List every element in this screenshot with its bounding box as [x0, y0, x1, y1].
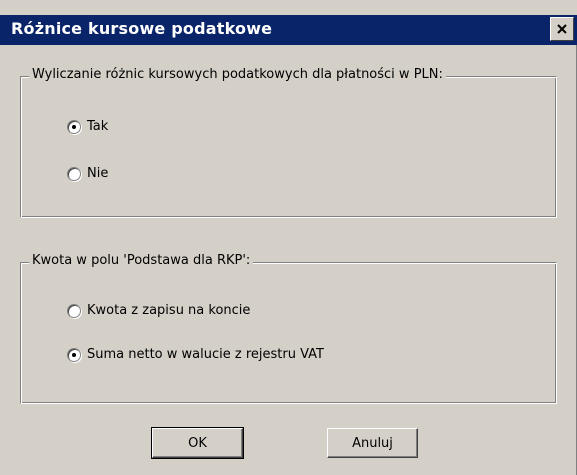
rkp-amount-legend: Kwota w polu 'Podstawa dla RKP':: [29, 253, 254, 268]
radio-nie-label[interactable]: Nie: [87, 166, 108, 181]
rkp-amount-group: [20, 262, 557, 404]
radio-account-amount-label[interactable]: Kwota z zapisu na koncie: [87, 303, 250, 318]
radio-tak-selected-dot: [72, 125, 76, 129]
pln-calculation-legend: Wyliczanie różnic kursowych podatkowych …: [29, 67, 446, 82]
cancel-button[interactable]: Anuluj: [327, 428, 418, 458]
radio-vat-net-sum-label[interactable]: Suma netto w walucie z rejestru VAT: [87, 347, 324, 362]
title-bar[interactable]: Różnice kursowe podatkowe: [0, 15, 577, 45]
radio-vat-net-sum[interactable]: [67, 348, 81, 362]
ok-button-label: OK: [188, 435, 207, 451]
radio-account-amount[interactable]: [67, 304, 81, 318]
close-button[interactable]: [550, 17, 574, 41]
pln-calculation-group: [20, 76, 557, 218]
radio-vat-net-sum-selected-dot: [72, 353, 76, 357]
close-icon: [557, 24, 567, 34]
radio-nie[interactable]: [67, 167, 81, 181]
cancel-button-label: Anuluj: [352, 435, 393, 451]
dialog-window: Różnice kursowe podatkowe Wyliczanie róż…: [0, 0, 577, 475]
radio-tak[interactable]: [67, 120, 81, 134]
window-title: Różnice kursowe podatkowe: [11, 19, 273, 38]
ok-button[interactable]: OK: [151, 427, 244, 459]
radio-tak-label[interactable]: Tak: [87, 119, 108, 134]
